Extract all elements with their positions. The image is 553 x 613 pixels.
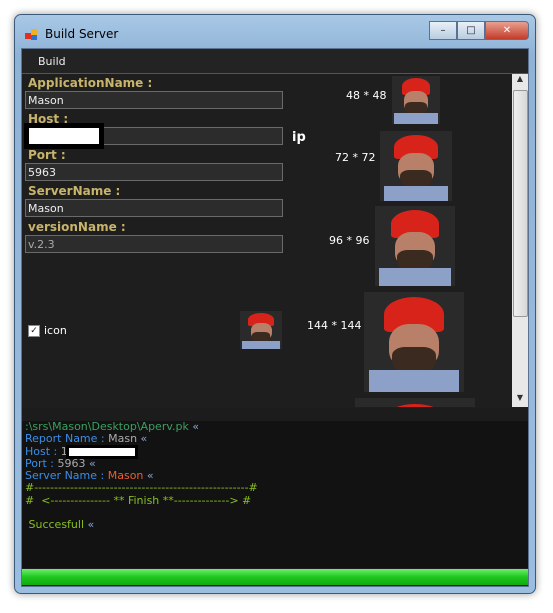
version-name-label: versionName :	[28, 220, 126, 234]
log-port-value: 5963	[57, 456, 86, 470]
icon-preview-96	[375, 206, 455, 286]
log-server-label: Server Name :	[25, 469, 108, 483]
port-label: Port :	[28, 148, 66, 162]
log-arrow: «	[137, 432, 148, 446]
scrollbar-thumb[interactable]	[513, 90, 528, 317]
log-report-label: Report Name :	[25, 432, 109, 446]
scroll-down-icon[interactable]: ▼	[512, 393, 528, 407]
log-arrow: «	[143, 469, 154, 483]
scroll-up-icon[interactable]: ▲	[512, 74, 528, 88]
close-button[interactable]: ✕	[485, 21, 529, 40]
icon-preview-48	[392, 76, 440, 124]
menu-build[interactable]: Build	[38, 55, 66, 68]
log-host-label: Host :	[25, 444, 61, 458]
redaction	[24, 123, 104, 149]
ip-label: ip	[292, 130, 306, 145]
log-arrow: «	[85, 456, 96, 470]
settings-panel: ApplicationName : Mason Host : ip Port :…	[22, 74, 512, 407]
icon-preview-144	[364, 292, 464, 392]
log-path: :\srs\Mason\Desktop\Aperv.pk	[25, 420, 189, 433]
server-name-input[interactable]: Mason	[25, 199, 283, 217]
icon-preview-72	[380, 131, 452, 201]
build-log: :\srs\Mason\Desktop\Aperv.pk « Report Na…	[22, 408, 528, 568]
window-title: Build Server	[45, 27, 119, 41]
application-name-input[interactable]: Mason	[25, 91, 283, 109]
log-separator: #---------------------------------------…	[25, 481, 258, 495]
log-arrow: «	[84, 518, 95, 532]
version-name-input[interactable]: v.2.3	[25, 235, 283, 253]
log-report-value: Masn	[108, 432, 138, 446]
build-progress-bar	[22, 569, 528, 585]
port-input[interactable]: 5963	[25, 163, 283, 181]
size-label-48: 48 * 48	[346, 89, 387, 102]
progress-fill	[22, 569, 528, 585]
maximize-button[interactable]: □	[457, 21, 485, 40]
size-label-96: 96 * 96	[329, 234, 370, 247]
log-finish-line: # <--------------- ** Finish **---------…	[25, 493, 252, 507]
application-name-label: ApplicationName :	[28, 76, 153, 90]
minimize-button[interactable]: –	[429, 21, 457, 40]
checkbox-check-icon: ✓	[28, 324, 40, 337]
log-port-label: Port :	[25, 456, 58, 470]
build-server-window: Build Server – □ ✕ Build ApplicationName…	[14, 14, 536, 594]
icon-checkbox[interactable]: ✓ icon	[28, 324, 67, 337]
app-icon	[25, 29, 37, 40]
server-name-label: ServerName :	[28, 184, 121, 198]
icon-preview-large	[355, 398, 475, 407]
icon-checkbox-label: icon	[44, 324, 67, 337]
redaction	[66, 444, 138, 459]
vertical-scrollbar[interactable]: ▲ ▼	[512, 74, 528, 407]
log-server-value: Mason	[107, 469, 144, 483]
log-arrow: «	[188, 420, 200, 433]
selected-icon-preview[interactable]	[240, 311, 282, 349]
size-label-72: 72 * 72	[335, 151, 376, 164]
size-label-144: 144 * 144	[307, 319, 362, 332]
client-area: Build ApplicationName : Mason Host : ip …	[21, 48, 529, 587]
log-success: Succesfull	[25, 518, 85, 532]
menu-bar: Build	[22, 49, 528, 74]
